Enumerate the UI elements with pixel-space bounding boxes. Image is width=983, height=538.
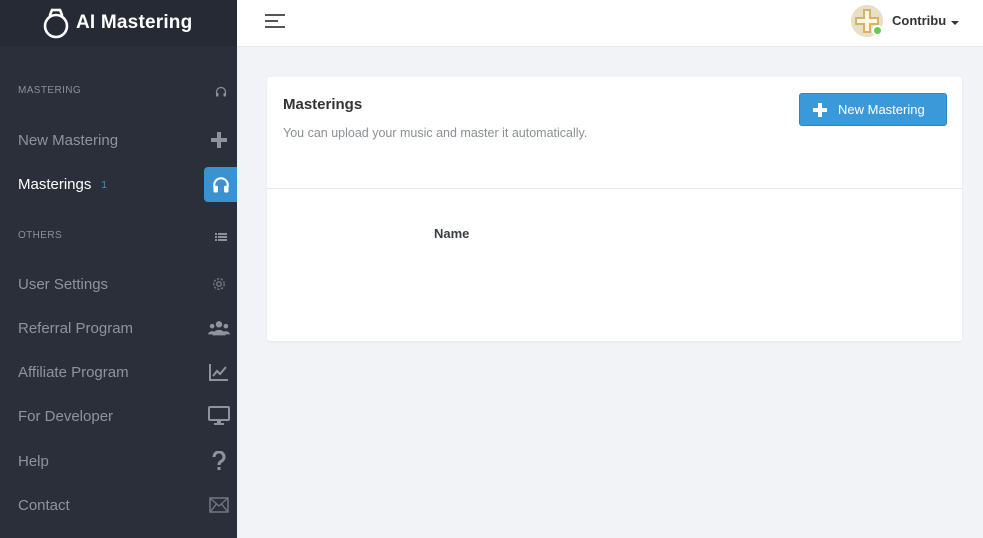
gear-icon (207, 272, 231, 296)
sidebar-item-label: User Settings (18, 275, 109, 293)
headphones-icon (204, 167, 237, 202)
section-title-others: OTHERS (18, 230, 63, 241)
topbar: Contribu (237, 0, 983, 47)
sidebar-item-label: New Mastering (18, 131, 119, 149)
monitor-icon (207, 404, 231, 428)
sidebar-item-masterings[interactable]: Masterings 1 (0, 166, 237, 202)
sidebar-item-for-developer[interactable]: For Developer (0, 398, 237, 434)
section-title-mastering: MASTERING (18, 85, 82, 96)
sidebar-item-label: Affiliate Program (18, 363, 129, 381)
masterings-card: Masterings You can upload your music and… (267, 77, 962, 341)
sidebar-item-label: Referral Program (18, 319, 134, 337)
brand-logo-icon (42, 7, 70, 39)
sidebar-item-help[interactable]: Help (0, 443, 237, 479)
sidebar-item-new-mastering[interactable]: New Mastering (0, 122, 237, 158)
envelope-icon (207, 493, 231, 517)
divider (267, 188, 962, 189)
new-mastering-button[interactable]: New Mastering (799, 93, 947, 126)
sidebar-item-label: For Developer (18, 407, 114, 425)
online-status-icon (872, 25, 883, 36)
brand-name: AI Mastering (76, 12, 193, 33)
sidebar-item-label: Contact (18, 496, 70, 514)
sidebar-item-label: Masterings (18, 175, 92, 193)
user-menu[interactable]: Contribu (892, 13, 960, 28)
sidebar-item-contact[interactable]: Contact (0, 487, 237, 523)
page-title: Masterings (283, 96, 363, 113)
masterings-count-badge: 1 (101, 179, 107, 191)
list-icon (215, 230, 227, 242)
page-subtitle: You can upload your music and master it … (283, 126, 588, 140)
sidebar-item-referral-program[interactable]: Referral Program (0, 310, 237, 346)
brand[interactable]: AI Mastering (0, 0, 237, 46)
menu-toggle-icon[interactable] (265, 12, 287, 30)
line-chart-icon (207, 360, 231, 384)
plus-icon (207, 128, 231, 152)
plus-icon (813, 103, 827, 117)
sidebar-item-affiliate-program[interactable]: Affiliate Program (0, 354, 237, 390)
user-name: Contribu (892, 13, 947, 28)
question-icon (207, 449, 231, 473)
sidebar-item-label: Help (18, 452, 49, 470)
users-icon (207, 316, 231, 340)
caret-down-icon (951, 21, 960, 25)
sidebar: AI Mastering MASTERING New Mastering Mas… (0, 0, 237, 538)
headphones-icon (215, 85, 227, 97)
column-header-name: Name (434, 226, 470, 241)
sidebar-item-user-settings[interactable]: User Settings (0, 266, 237, 302)
new-mastering-button-label: New Mastering (838, 102, 925, 117)
